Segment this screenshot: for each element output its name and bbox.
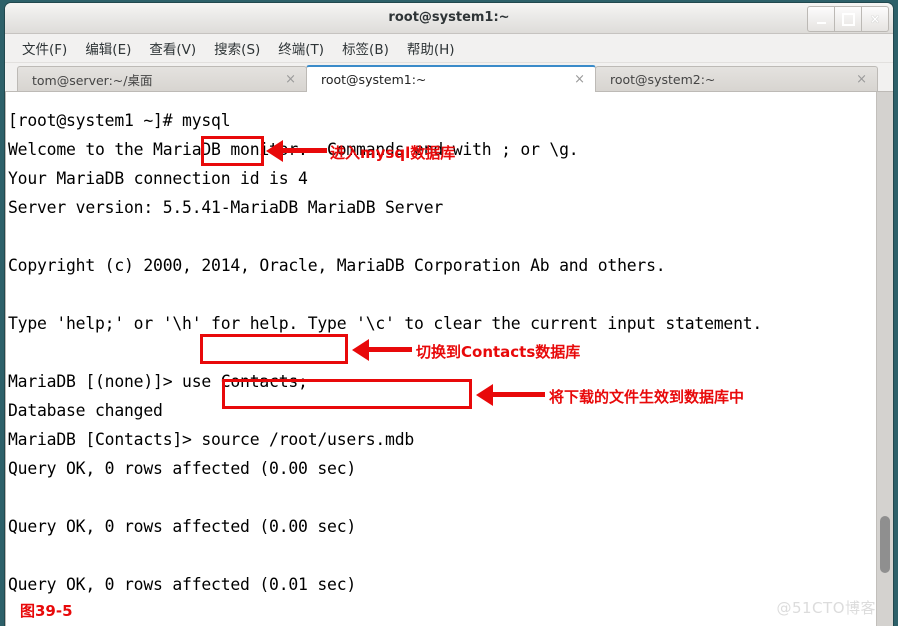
terminal-line: Query OK, 0 rows affected (0.01 sec) bbox=[8, 575, 357, 594]
maximize-icon bbox=[841, 12, 855, 26]
terminal-line: MariaDB [Contacts]> source /root/users.m… bbox=[8, 430, 415, 449]
minimize-icon bbox=[816, 21, 826, 24]
terminal-area: [root@system1 ~]# mysql Welcome to the M… bbox=[5, 92, 893, 626]
terminal-line: Your MariaDB connection id is 4 bbox=[8, 169, 308, 188]
terminal-line: Welcome to the MariaDB monitor. Commands… bbox=[8, 140, 579, 159]
tab-tom-server[interactable]: tom@server:~/桌面 × bbox=[17, 66, 307, 92]
terminal-output[interactable]: [root@system1 ~]# mysql Welcome to the M… bbox=[6, 92, 877, 626]
menu-item-tabs[interactable]: 标签(B) bbox=[333, 35, 398, 61]
window-title: root@system1:~ bbox=[388, 10, 510, 25]
tab-label: root@system2:~ bbox=[610, 72, 716, 87]
tab-bar: tom@server:~/桌面 × root@system1:~ × root@… bbox=[5, 63, 893, 92]
terminal-line: Database changed bbox=[8, 401, 163, 420]
tab-root-system2[interactable]: root@system2:~ × bbox=[595, 66, 878, 92]
minimize-button[interactable] bbox=[807, 6, 835, 32]
terminal-line: Query OK, 0 rows affected (0.00 sec) bbox=[8, 459, 357, 478]
tab-close-icon[interactable]: × bbox=[574, 72, 585, 87]
close-icon: × bbox=[869, 12, 881, 26]
window-controls: × bbox=[807, 6, 889, 32]
terminal-line: Query OK, 0 rows affected (0.00 sec) bbox=[8, 517, 357, 536]
terminal-line: [root@system1 ~]# mysql bbox=[8, 111, 231, 130]
scrollbar-thumb[interactable] bbox=[880, 516, 890, 573]
tab-close-icon[interactable]: × bbox=[285, 72, 296, 87]
terminal-line: MariaDB [(none)]> use Contacts; bbox=[8, 372, 308, 391]
terminal-line: Server version: 5.5.41-MariaDB MariaDB S… bbox=[8, 198, 444, 217]
menu-item-search[interactable]: 搜索(S) bbox=[205, 35, 269, 61]
tab-label: root@system1:~ bbox=[321, 72, 427, 87]
terminal-line: Copyright (c) 2000, 2014, Oracle, MariaD… bbox=[8, 256, 666, 275]
terminal-scrollbar[interactable] bbox=[876, 92, 893, 626]
tab-close-icon[interactable]: × bbox=[856, 72, 867, 87]
terminal-line: Type 'help;' or '\h' for help. Type '\c'… bbox=[8, 314, 763, 333]
tab-label: tom@server:~/桌面 bbox=[32, 73, 153, 88]
terminal-window: root@system1:~ × 文件(F) 编辑(E) 查看(V) 搜索(S)… bbox=[5, 3, 893, 626]
close-button[interactable]: × bbox=[862, 6, 889, 32]
menu-bar: 文件(F) 编辑(E) 查看(V) 搜索(S) 终端(T) 标签(B) 帮助(H… bbox=[5, 34, 893, 63]
title-bar: root@system1:~ × bbox=[5, 3, 893, 34]
menu-item-view[interactable]: 查看(V) bbox=[140, 35, 205, 61]
tab-root-system1[interactable]: root@system1:~ × bbox=[306, 65, 596, 92]
maximize-button[interactable] bbox=[835, 6, 862, 32]
menu-item-edit[interactable]: 编辑(E) bbox=[76, 35, 140, 61]
menu-item-file[interactable]: 文件(F) bbox=[13, 35, 76, 61]
menu-item-help[interactable]: 帮助(H) bbox=[398, 35, 464, 61]
menu-item-terminal[interactable]: 终端(T) bbox=[269, 35, 333, 61]
